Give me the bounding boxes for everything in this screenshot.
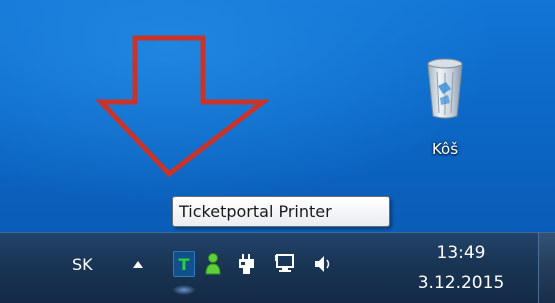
network-icon[interactable]: [274, 251, 296, 277]
recycle-bin[interactable]: Kôš: [415, 58, 475, 158]
monitor-network-icon: [275, 254, 294, 272]
show-desktop-button[interactable]: [538, 233, 555, 303]
user-icon[interactable]: [202, 251, 224, 277]
clock-time: 13:49: [436, 243, 486, 263]
clock[interactable]: 13:49 3.12.2015: [408, 241, 514, 295]
triangle-up-icon: [133, 260, 143, 268]
recycle-bin-label: Kôš: [431, 140, 459, 158]
screen: Kôš Ticketportal Printer SK T 13:49 3.12…: [0, 0, 555, 303]
power-icon[interactable]: [236, 251, 258, 277]
speaker-icon: [315, 256, 330, 272]
power-plug-icon: [239, 254, 254, 274]
clock-date: 3.12.2015: [417, 273, 505, 293]
taskbar: SK T 13:49 3.12.2015: [0, 232, 555, 303]
hover-glow: [172, 285, 196, 295]
volume-icon[interactable]: [312, 251, 334, 277]
ticketportal-printer-icon[interactable]: T: [173, 251, 195, 277]
ticketportal-letter: T: [178, 254, 190, 274]
tooltip: Ticketportal Printer: [172, 196, 390, 227]
language-indicator[interactable]: SK: [72, 255, 93, 274]
show-hidden-icons-button[interactable]: [127, 251, 149, 277]
person-icon: [205, 253, 221, 275]
annotation-arrow-icon: [95, 35, 271, 178]
recycle-bin-icon: [427, 58, 463, 119]
desktop: Kôš Ticketportal Printer: [0, 0, 555, 232]
